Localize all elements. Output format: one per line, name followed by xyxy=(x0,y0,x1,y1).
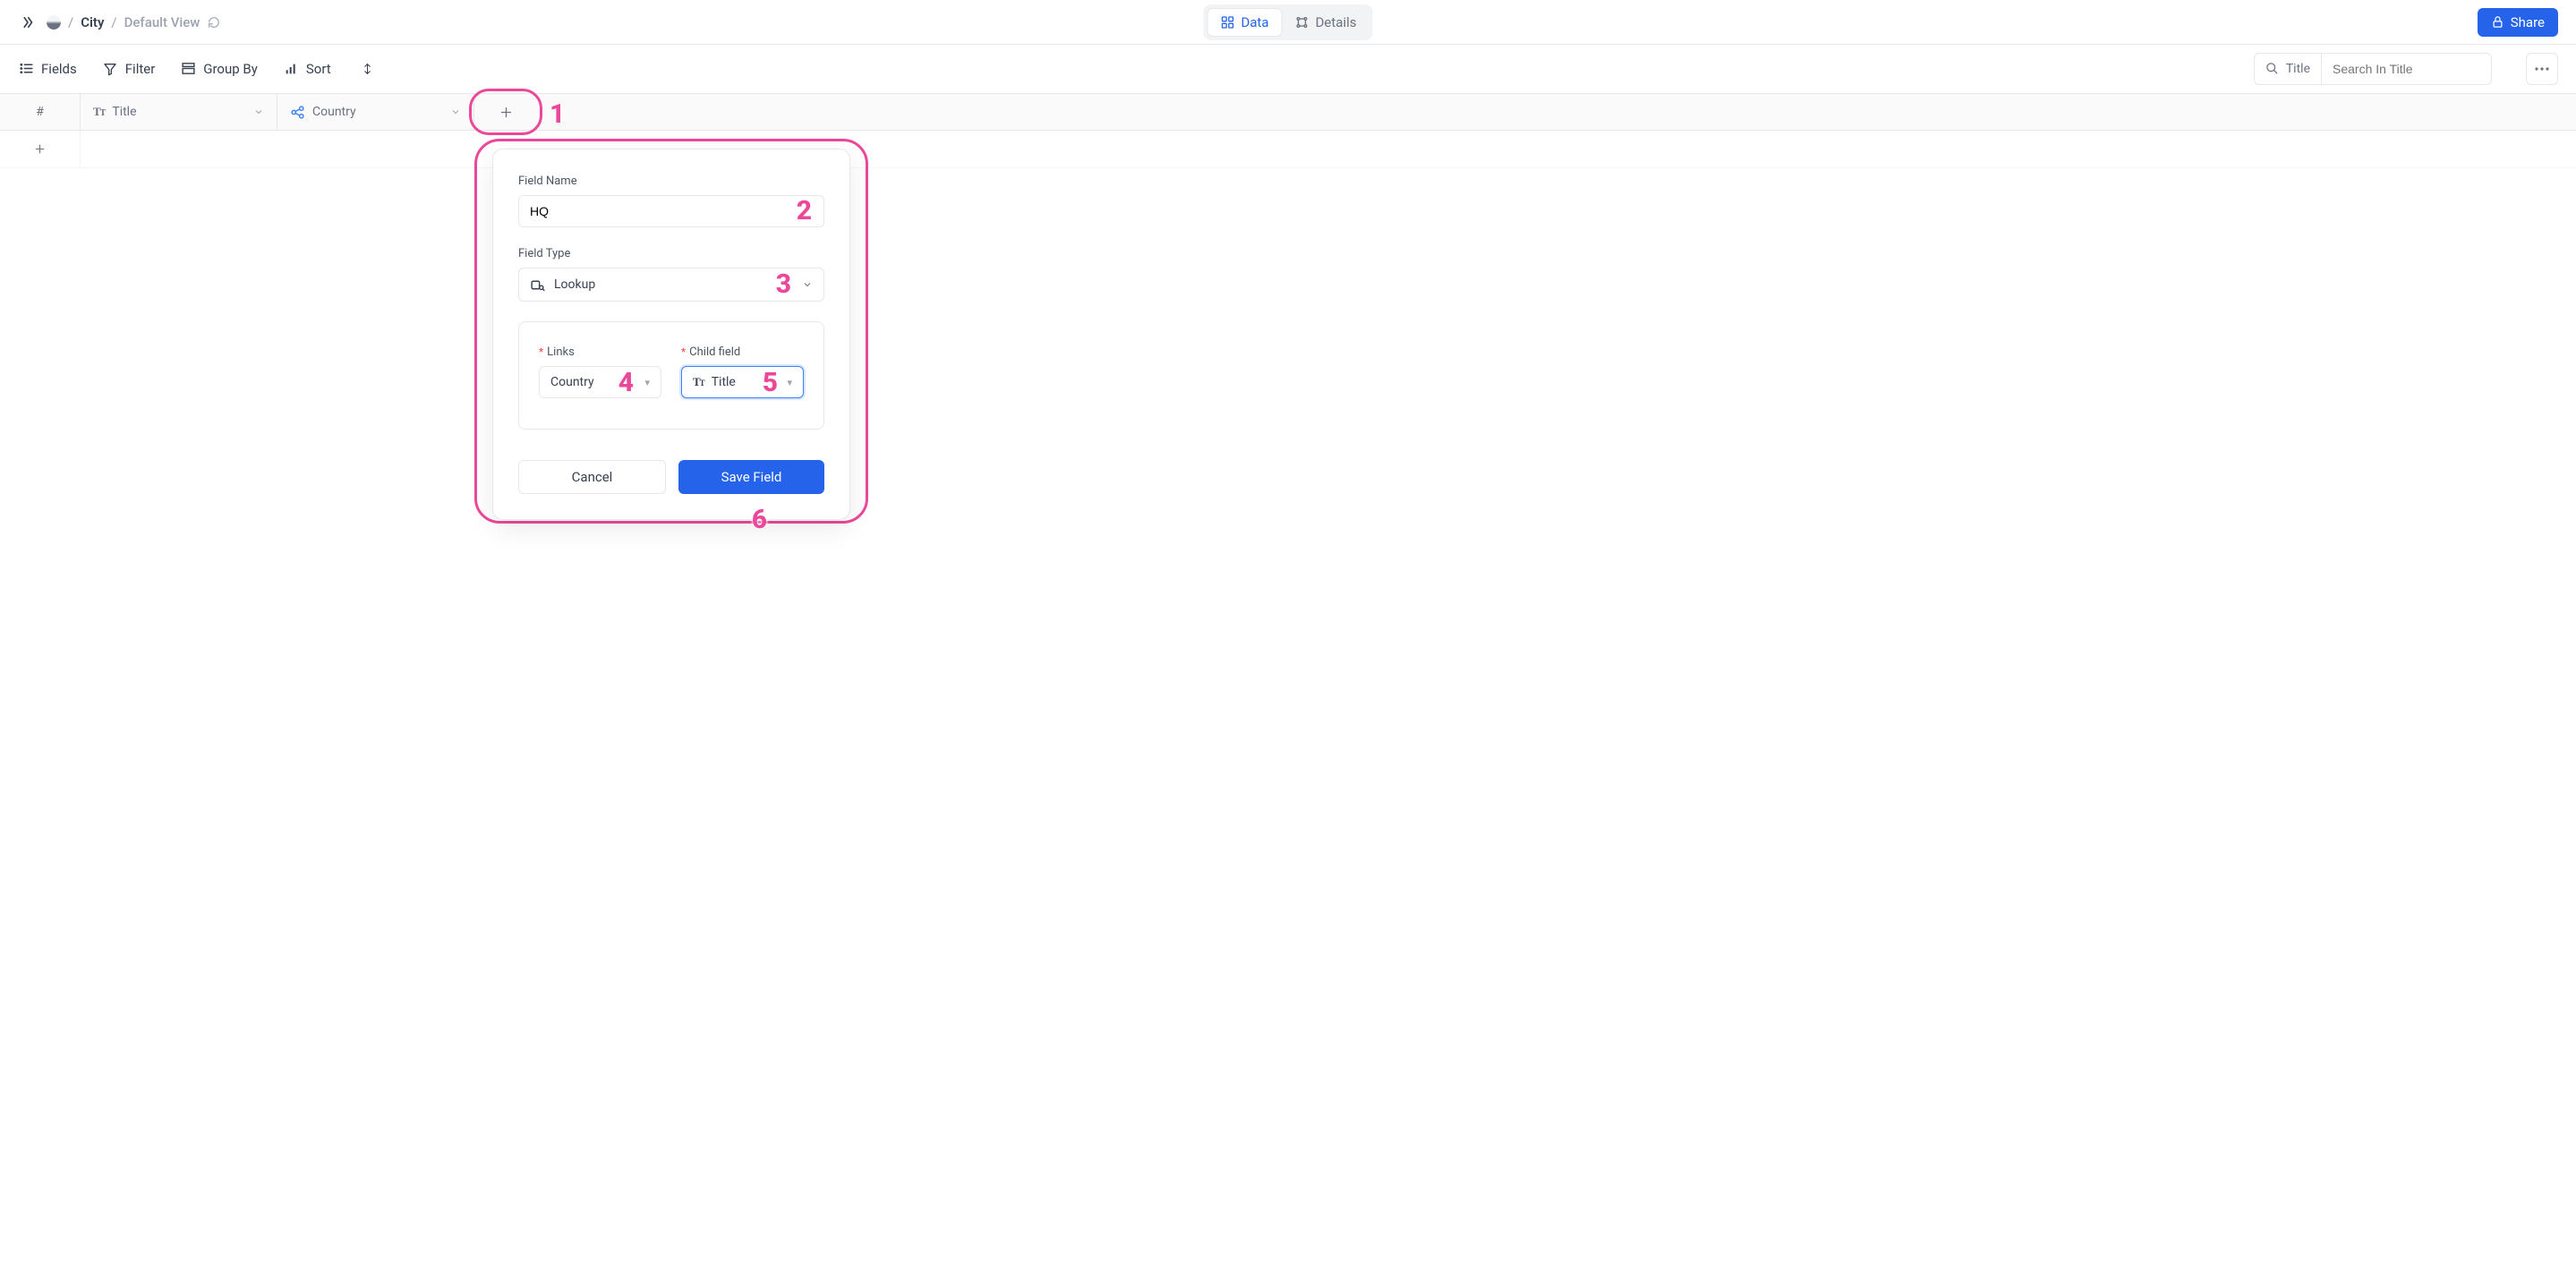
column-country-label: Country xyxy=(312,105,356,119)
lookup-icon xyxy=(530,277,545,293)
links-value: Country xyxy=(550,375,594,389)
text-type-icon: TT xyxy=(93,105,105,119)
row-height-button[interactable] xyxy=(360,61,376,77)
cancel-button[interactable]: Cancel xyxy=(518,460,666,494)
double-chevron-right-icon xyxy=(20,14,36,30)
chevron-down-icon: ▾ xyxy=(644,377,650,388)
groupby-button[interactable]: Group By xyxy=(180,61,258,77)
field-type-value: Lookup xyxy=(554,277,595,292)
table-color-icon xyxy=(47,15,61,30)
new-field-popover: Field Name 2 Field Type Lookup 3 *Links … xyxy=(492,149,850,520)
annotation-6: 6 xyxy=(752,504,767,535)
child-field-value: Title xyxy=(712,375,736,389)
column-header-title[interactable]: TT Title xyxy=(81,94,277,130)
annotation-3: 3 xyxy=(776,268,791,300)
tab-details-label: Details xyxy=(1316,14,1357,30)
funnel-icon xyxy=(102,61,118,77)
child-field-select[interactable]: TT Title ▾ 5 xyxy=(681,366,804,398)
top-left-group: / City / Default View xyxy=(18,13,221,32)
search-field-select[interactable]: Title xyxy=(2254,53,2322,85)
tab-data[interactable]: Data xyxy=(1207,8,1283,37)
field-type-select[interactable]: Lookup 3 xyxy=(518,268,824,302)
bars-icon xyxy=(283,61,299,77)
breadcrumb-sep: / xyxy=(68,14,73,30)
lock-icon xyxy=(2491,15,2504,29)
filter-button[interactable]: Filter xyxy=(102,61,156,77)
top-bar: / City / Default View Data Details Share xyxy=(0,0,2576,45)
filter-label: Filter xyxy=(125,61,156,77)
annotation-5: 5 xyxy=(763,367,778,398)
chevron-down-icon: ▾ xyxy=(787,377,792,388)
breadcrumb-sep: / xyxy=(111,14,116,30)
search-input[interactable] xyxy=(2322,53,2492,85)
chevron-down-icon xyxy=(450,106,461,117)
save-field-button[interactable]: Save Field xyxy=(678,460,824,494)
dots-icon xyxy=(2535,67,2549,71)
column-title-label: Title xyxy=(112,105,136,119)
share-label: Share xyxy=(2511,14,2545,30)
sort-button[interactable]: Sort xyxy=(283,61,331,77)
row-height-icon xyxy=(360,61,376,77)
column-header-index[interactable]: # xyxy=(0,94,81,130)
breadcrumb: / City / Default View xyxy=(47,14,221,30)
search-field-label: Title xyxy=(2286,62,2310,76)
link-type-icon xyxy=(290,105,305,120)
lookup-config-box: *Links Country ▾ 4 *Child field TT Title… xyxy=(518,321,824,430)
add-row-button[interactable] xyxy=(0,131,81,167)
chevron-down-icon xyxy=(802,279,813,290)
new-row xyxy=(0,131,2576,168)
more-menu-button[interactable] xyxy=(2526,53,2558,85)
toolbar: Fields Filter Group By Sort Title xyxy=(0,45,2576,93)
field-type-label: Field Type xyxy=(518,247,824,260)
field-name-label: Field Name xyxy=(518,175,824,188)
add-column-button[interactable] xyxy=(474,94,537,130)
fields-label: Fields xyxy=(41,61,77,77)
refresh-icon xyxy=(208,16,220,29)
view-mode-tabs: Data Details xyxy=(1204,4,1373,40)
plus-icon xyxy=(499,106,513,119)
tab-data-label: Data xyxy=(1241,14,1269,30)
tab-details[interactable]: Details xyxy=(1283,8,1369,37)
grid-icon xyxy=(1221,15,1235,30)
breadcrumb-view[interactable]: Default View xyxy=(124,14,200,30)
field-name-input[interactable] xyxy=(518,195,824,227)
share-button[interactable]: Share xyxy=(2478,8,2558,37)
text-type-icon: TT xyxy=(693,375,704,389)
chevron-down-icon xyxy=(253,106,264,117)
column-header-country[interactable]: Country xyxy=(277,94,474,130)
child-field-label: *Child field xyxy=(681,345,804,359)
reload-button[interactable] xyxy=(207,15,221,30)
group-icon xyxy=(180,61,196,77)
groupby-label: Group By xyxy=(203,61,258,77)
sort-label: Sort xyxy=(306,61,331,77)
links-label: *Links xyxy=(539,345,661,359)
save-label: Save Field xyxy=(721,469,782,485)
search-group: Title xyxy=(2254,53,2492,85)
index-label: # xyxy=(36,105,44,119)
cancel-label: Cancel xyxy=(572,469,613,485)
plus-icon xyxy=(34,143,46,155)
details-icon xyxy=(1295,15,1309,30)
top-right-group: Share xyxy=(2478,8,2558,37)
annotation-4: 4 xyxy=(618,367,634,398)
list-icon xyxy=(18,61,34,77)
fields-button[interactable]: Fields xyxy=(18,61,77,77)
expand-sidebar-button[interactable] xyxy=(18,13,38,32)
breadcrumb-table[interactable]: City xyxy=(81,14,104,30)
links-select[interactable]: Country ▾ 4 xyxy=(539,366,661,398)
search-icon xyxy=(2265,62,2279,75)
grid-header: # TT Title Country xyxy=(0,93,2576,131)
